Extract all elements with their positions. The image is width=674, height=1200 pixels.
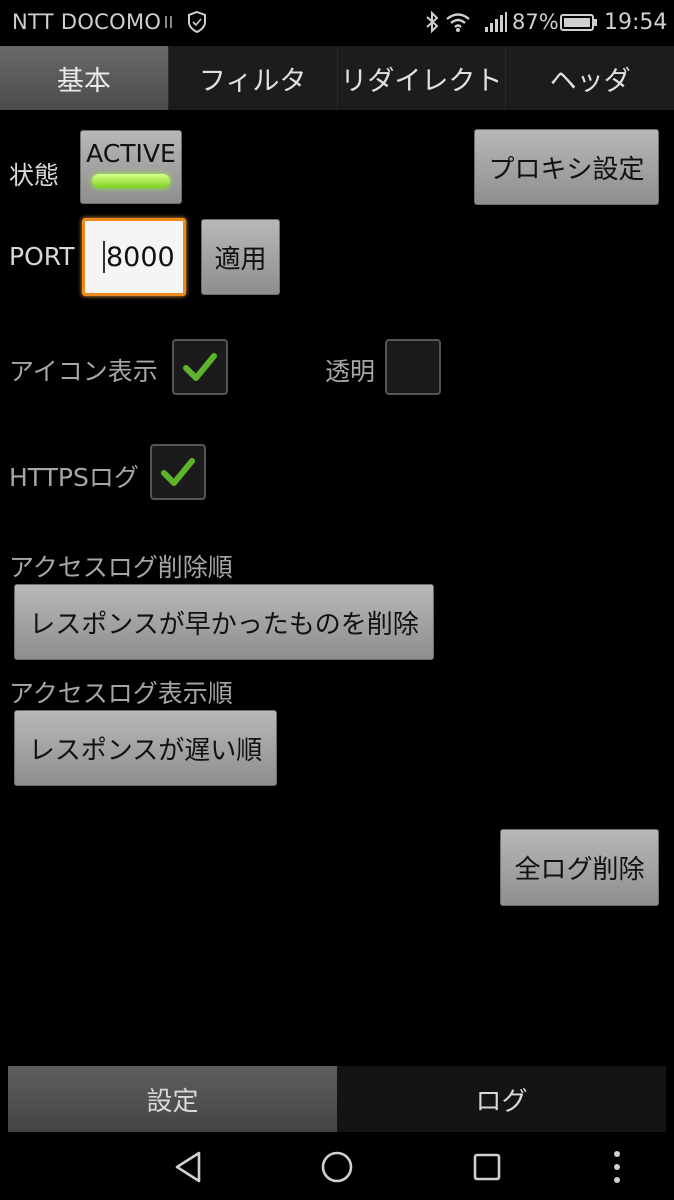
tab-settings[interactable]: 設定 xyxy=(8,1066,337,1132)
carrier-name: NTT DOCOMO xyxy=(12,10,162,34)
signal-icon xyxy=(485,12,507,32)
clock: 19:54 xyxy=(604,10,668,35)
transparent-checkbox[interactable] xyxy=(385,339,441,395)
status-bar: NTT DOCOMO 87% 19:54 xyxy=(0,0,674,46)
https-log-label: HTTPSログ xyxy=(9,463,139,492)
tab-redirect[interactable]: リダイレクト xyxy=(337,46,507,110)
access-log-display-order-label: アクセスログ表示順 xyxy=(9,679,233,708)
bottom-tab-bar: 設定 ログ xyxy=(8,1066,666,1132)
wifi-icon xyxy=(446,13,470,32)
text-caret xyxy=(103,241,105,273)
sim-icon xyxy=(165,16,172,28)
port-input[interactable]: 8000 xyxy=(82,218,186,296)
tab-filter[interactable]: フィルタ xyxy=(168,46,338,110)
apply-button[interactable]: 適用 xyxy=(201,219,280,295)
transparent-label: 透明 xyxy=(325,357,376,386)
state-label: 状態 xyxy=(9,161,60,190)
access-log-delete-order-button[interactable]: レスポンスが早かったものを削除 xyxy=(14,584,434,660)
battery-percent: 87% xyxy=(512,10,559,34)
active-toggle-label: ACTIVE xyxy=(86,139,176,168)
bluetooth-icon xyxy=(426,10,439,34)
access-log-delete-order-label: アクセスログ削除順 xyxy=(9,553,233,582)
navigation-bar xyxy=(0,1134,674,1200)
recent-apps-icon[interactable] xyxy=(472,1150,502,1184)
access-log-display-order-button[interactable]: レスポンスが遅い順 xyxy=(14,710,277,786)
tab-bar: 基本 フィルタ リダイレクト ヘッダ xyxy=(0,46,674,110)
home-icon[interactable] xyxy=(320,1150,354,1184)
tab-header[interactable]: ヘッダ xyxy=(506,46,674,110)
battery-icon xyxy=(560,14,597,31)
checkmark-icon xyxy=(161,458,195,486)
icon-display-checkbox[interactable] xyxy=(172,339,228,395)
port-label: PORT xyxy=(9,242,75,271)
active-indicator xyxy=(92,174,170,188)
delete-all-logs-button[interactable]: 全ログ削除 xyxy=(500,829,659,906)
shield-icon xyxy=(188,10,206,34)
tab-log[interactable]: ログ xyxy=(337,1066,666,1132)
back-icon[interactable] xyxy=(172,1150,204,1184)
icon-display-label: アイコン表示 xyxy=(9,357,158,386)
active-toggle-button[interactable]: ACTIVE xyxy=(80,130,182,204)
https-log-checkbox[interactable] xyxy=(150,444,206,500)
proxy-settings-button[interactable]: プロキシ設定 xyxy=(474,129,659,205)
more-options-icon[interactable] xyxy=(610,1150,624,1184)
port-value: 8000 xyxy=(106,241,175,273)
checkmark-icon xyxy=(183,353,217,381)
tab-basic[interactable]: 基本 xyxy=(0,46,169,110)
